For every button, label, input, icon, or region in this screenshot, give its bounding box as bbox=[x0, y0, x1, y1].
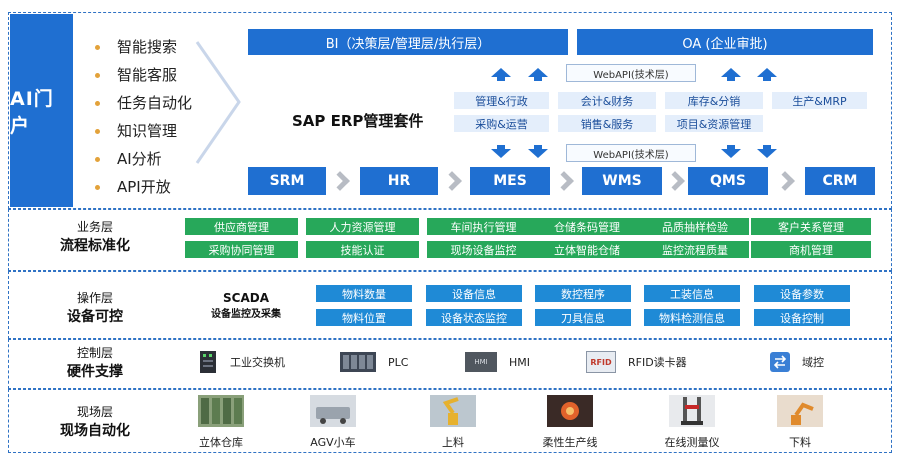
erp-module: 库存&分销 bbox=[665, 92, 763, 109]
switch-icon bbox=[200, 351, 216, 373]
measuring-instrument-icon bbox=[669, 395, 715, 427]
control-layer-label: 控制层 硬件支撑 bbox=[67, 346, 123, 380]
bullet-icon bbox=[95, 101, 100, 106]
operation-item: 设备状态监控 bbox=[426, 309, 522, 326]
business-item: 监控流程质量 bbox=[641, 241, 749, 258]
arrow-up-icon bbox=[491, 68, 511, 77]
field-item-measuring: 在线测量仪 bbox=[652, 395, 732, 450]
arrow-down-icon bbox=[528, 149, 548, 158]
arrow-up-icon bbox=[528, 68, 548, 77]
erp-module: 项目&资源管理 bbox=[665, 115, 763, 132]
erp-module: 管理&行政 bbox=[454, 92, 549, 109]
field-item-loading: 上料 bbox=[418, 395, 488, 450]
bi-bar: BI（决策层/管理层/执行层） bbox=[248, 29, 568, 55]
system-crm: CRM bbox=[805, 167, 875, 195]
operation-item: 设备控制 bbox=[754, 309, 850, 326]
arrow-down-icon bbox=[721, 149, 741, 158]
unloading-robot-icon bbox=[777, 395, 823, 427]
field-item-warehouse: 立体仓库 bbox=[186, 395, 256, 450]
business-item: 供应商管理 bbox=[185, 218, 298, 235]
arrow-up-icon bbox=[757, 68, 777, 77]
arrow-down-icon bbox=[491, 149, 511, 158]
field-layer-label: 现场层 现场自动化 bbox=[60, 405, 130, 439]
erp-title: SAP ERP管理套件 bbox=[292, 112, 424, 130]
webapi-bottom: WebAPI(技术层) bbox=[566, 144, 696, 162]
chevron-right-icon bbox=[195, 41, 241, 164]
business-item: 车间执行管理 bbox=[427, 218, 540, 235]
menu-item-api-open: API开放 bbox=[95, 176, 171, 197]
business-item: 技能认证 bbox=[306, 241, 419, 258]
arrow-stem bbox=[534, 77, 542, 81]
bullet-icon bbox=[95, 129, 100, 134]
hardware-domain-control: 域控 bbox=[770, 352, 824, 372]
flexible-line-icon bbox=[547, 395, 593, 427]
field-item-flexible-line: 柔性生产线 bbox=[535, 395, 605, 450]
field-item-unloading: 下料 bbox=[765, 395, 835, 450]
arrow-stem bbox=[497, 77, 505, 81]
agv-icon bbox=[310, 395, 356, 427]
menu-item-smart-service: 智能客服 bbox=[95, 64, 177, 85]
ai-portal-title: AI门户 bbox=[10, 14, 73, 207]
hardware-plc: PLC bbox=[340, 352, 408, 372]
operation-item: 数控程序 bbox=[535, 285, 631, 302]
menu-item-smart-search: 智能搜索 bbox=[95, 36, 177, 57]
bullet-icon bbox=[95, 73, 100, 78]
bullet-icon bbox=[95, 157, 100, 162]
business-item: 人力资源管理 bbox=[306, 218, 419, 235]
business-item: 品质抽样检验 bbox=[641, 218, 749, 235]
business-item: 现场设备监控 bbox=[427, 241, 540, 258]
business-item: 客户关系管理 bbox=[751, 218, 871, 235]
business-item: 仓储条码管理 bbox=[533, 218, 641, 235]
arrow-stem bbox=[727, 77, 735, 81]
webapi-top: WebAPI(技术层) bbox=[566, 64, 696, 82]
system-mes: MES bbox=[470, 167, 550, 195]
loading-robot-icon bbox=[430, 395, 476, 427]
erp-module: 销售&服务 bbox=[558, 115, 656, 132]
rfid-icon: RFID bbox=[586, 351, 616, 373]
business-item: 立体智能仓储 bbox=[533, 241, 641, 258]
menu-item-ai-analysis: AI分析 bbox=[95, 148, 162, 169]
erp-module: 生产&MRP bbox=[772, 92, 867, 109]
oa-bar: OA (企业审批) bbox=[577, 29, 873, 55]
system-qms: QMS bbox=[688, 167, 768, 195]
hardware-switch: 工业交换机 bbox=[198, 350, 285, 374]
hardware-hmi: HMI HMI bbox=[465, 352, 530, 372]
operation-item: 物料检测信息 bbox=[644, 309, 740, 326]
arrow-up-icon bbox=[721, 68, 741, 77]
erp-module: 采购&运营 bbox=[454, 115, 549, 132]
warehouse-icon bbox=[198, 395, 244, 427]
system-hr: HR bbox=[360, 167, 438, 195]
business-item: 商机管理 bbox=[751, 241, 871, 258]
arrow-down-icon bbox=[757, 149, 777, 158]
scada-label: SCADA 设备监控及采集 bbox=[211, 291, 281, 320]
bullet-icon bbox=[95, 185, 100, 190]
erp-module: 会计&财务 bbox=[558, 92, 656, 109]
menu-item-knowledge-management: 知识管理 bbox=[95, 120, 177, 141]
operation-item: 物料数量 bbox=[316, 285, 412, 302]
operation-item: 工装信息 bbox=[644, 285, 740, 302]
menu-item-task-automation: 任务自动化 bbox=[95, 92, 192, 113]
system-srm: SRM bbox=[248, 167, 326, 195]
business-item: 采购协同管理 bbox=[185, 241, 298, 258]
hardware-rfid: RFID RFID读卡器 bbox=[586, 351, 687, 373]
operation-item: 刀具信息 bbox=[535, 309, 631, 326]
plc-icon bbox=[340, 352, 376, 372]
operation-item: 设备信息 bbox=[426, 285, 522, 302]
operation-item: 物料位置 bbox=[316, 309, 412, 326]
system-wms: WMS bbox=[582, 167, 662, 195]
field-item-agv: AGV小车 bbox=[298, 395, 368, 450]
operation-item: 设备参数 bbox=[754, 285, 850, 302]
arrow-stem bbox=[763, 77, 771, 81]
business-layer-label: 业务层 流程标准化 bbox=[60, 220, 130, 254]
domain-control-icon bbox=[770, 352, 790, 372]
bullet-icon bbox=[95, 45, 100, 50]
operation-layer-label: 操作层 设备可控 bbox=[67, 291, 123, 325]
hmi-icon: HMI bbox=[465, 352, 497, 372]
